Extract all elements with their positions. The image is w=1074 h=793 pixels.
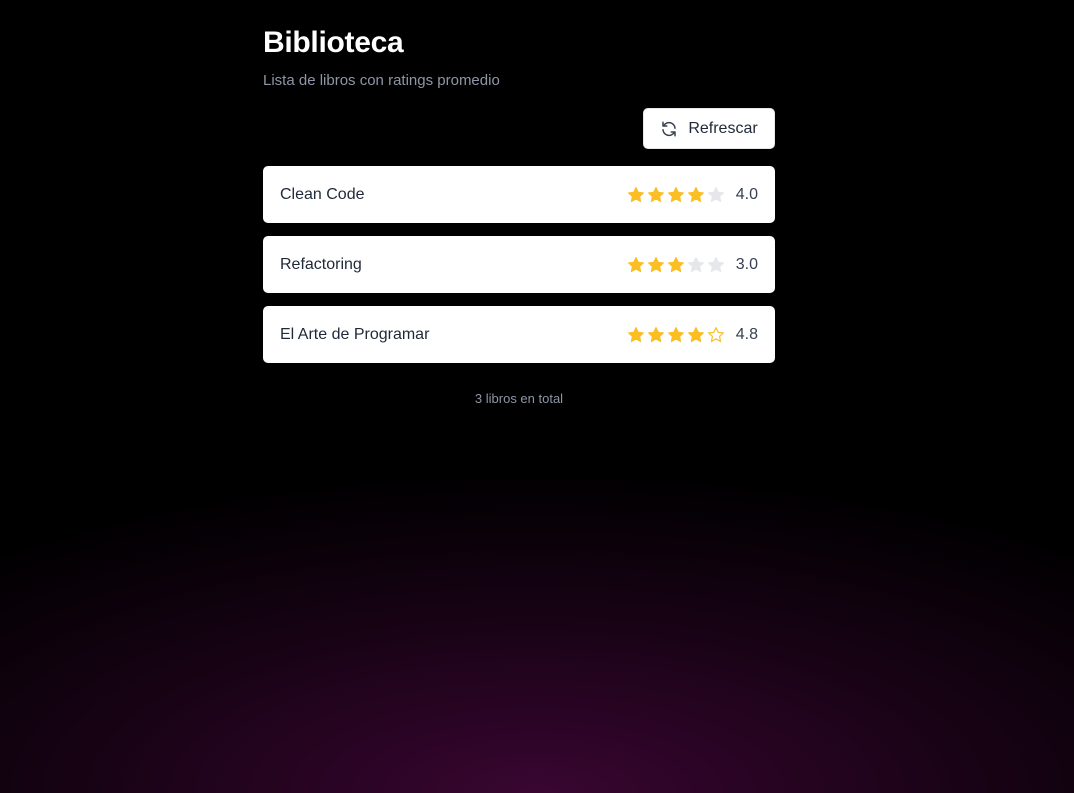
star-filled-icon <box>627 256 645 274</box>
book-rating: 3.0 <box>627 256 758 274</box>
refresh-button-label: Refrescar <box>688 119 758 137</box>
page-title: Biblioteca <box>263 26 404 59</box>
main-content: Biblioteca Lista de libros con ratings p… <box>263 24 775 406</box>
rating-value: 3.0 <box>735 255 758 273</box>
book-title: El Arte de Programar <box>280 325 430 343</box>
star-empty-icon <box>687 256 705 274</box>
star-outline-icon <box>707 326 725 344</box>
book-row: Clean Code 4.0 <box>263 166 775 223</box>
rating-value: 4.0 <box>735 185 758 203</box>
star-rating <box>627 186 725 204</box>
star-filled-icon <box>627 326 645 344</box>
refresh-button[interactable]: Refrescar <box>643 108 775 149</box>
star-rating <box>627 326 725 344</box>
book-row: Refactoring 3.0 <box>263 236 775 293</box>
star-filled-icon <box>687 326 705 344</box>
book-title: Clean Code <box>280 185 365 203</box>
refresh-icon <box>660 120 678 138</box>
book-title: Refactoring <box>280 255 362 273</box>
star-filled-icon <box>667 256 685 274</box>
rating-value: 4.8 <box>735 325 758 343</box>
toolbar: Refrescar <box>263 108 775 149</box>
book-count: 3 libros en total <box>474 391 564 406</box>
star-filled-icon <box>667 326 685 344</box>
page-subtitle: Lista de libros con ratings promedio <box>263 72 500 89</box>
book-rating: 4.0 <box>627 186 758 204</box>
book-row: El Arte de Programar 4.8 <box>263 306 775 363</box>
star-filled-icon <box>687 186 705 204</box>
book-list: Clean Code 4.0 Refactoring 3.0 El Arte d… <box>263 166 775 363</box>
star-empty-icon <box>707 186 725 204</box>
star-filled-icon <box>647 186 665 204</box>
star-filled-icon <box>647 256 665 274</box>
star-filled-icon <box>627 186 645 204</box>
star-rating <box>627 256 725 274</box>
book-rating: 4.8 <box>627 326 758 344</box>
star-filled-icon <box>667 186 685 204</box>
star-filled-icon <box>647 326 665 344</box>
star-empty-icon <box>707 256 725 274</box>
